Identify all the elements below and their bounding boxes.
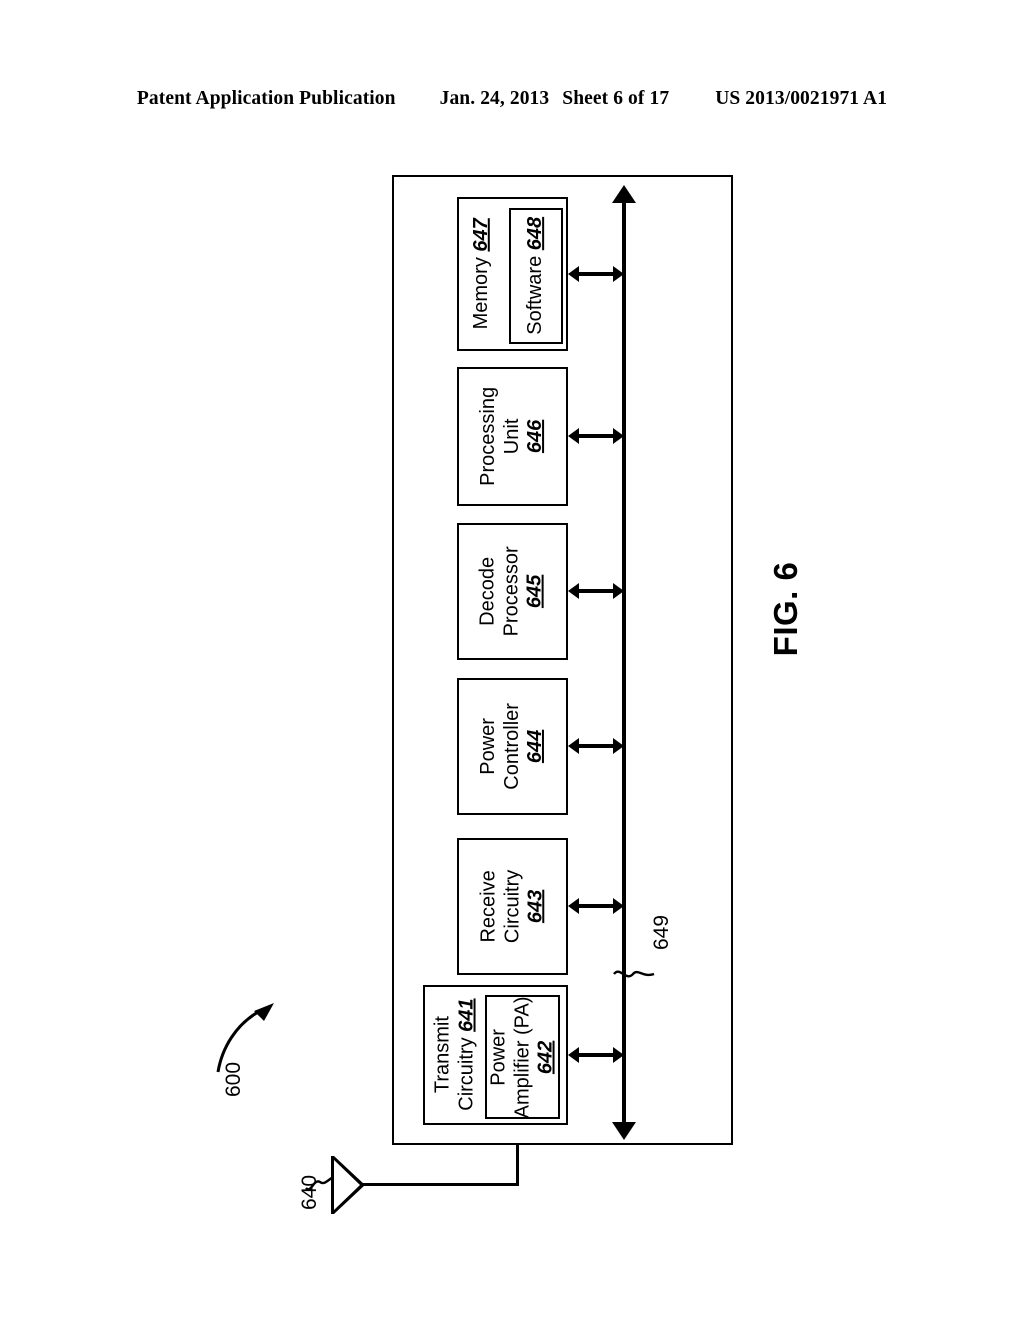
- processing-unit-label: Processing Unit 646: [477, 387, 547, 486]
- connector-receive-circuitry-to-bus: [568, 896, 624, 916]
- device-reference-label: 600: [222, 1061, 245, 1097]
- power-amplifier-label: Power Amplifier (PA) 642: [487, 996, 557, 1118]
- transmit-circuitry-block: Transmit Circuitry 641 Power Amplifier (…: [423, 985, 568, 1125]
- page-header: Patent Application Publication Jan. 24, …: [0, 88, 1024, 110]
- patent-number: US 2013/0021971 A1: [715, 88, 888, 109]
- publication-title: Patent Application Publication: [136, 88, 396, 109]
- antenna-reference-label: 640: [298, 1174, 321, 1210]
- connector-power-controller-to-bus: [568, 736, 624, 756]
- antenna-feed-horizontal-line: [361, 1183, 519, 1186]
- antenna-feed-vertical-line: [516, 1143, 519, 1185]
- transmit-circuitry-label: Transmit Circuitry 641: [431, 998, 477, 1112]
- memory-block: Memory 647 Software 648: [457, 197, 568, 351]
- memory-label-area: Memory 647: [459, 199, 505, 349]
- software-block: Software 648: [509, 208, 563, 344]
- sheet-number: Sheet 6 of 17: [562, 88, 670, 109]
- decode-processor-block: Decode Processor 645: [457, 523, 568, 660]
- power-controller-block: Power Controller 644: [457, 678, 568, 815]
- figure-caption: FIG. 6: [767, 561, 804, 657]
- power-amplifier-block: Power Amplifier (PA) 642: [485, 995, 560, 1119]
- connector-processing-unit-to-bus: [568, 426, 624, 446]
- power-controller-label: Power Controller 644: [477, 703, 547, 790]
- transmit-circuitry-label-area: Transmit Circuitry 641: [425, 987, 485, 1123]
- memory-label: Memory 647: [470, 218, 493, 330]
- bus-reference-label: 649: [650, 914, 673, 950]
- publication-date: Jan. 24, 2013: [439, 88, 550, 109]
- decode-processor-label: Decode Processor 645: [477, 546, 547, 637]
- bus-leader-squiggle: [613, 970, 655, 978]
- software-label: Software 648: [524, 217, 547, 335]
- connector-memory-to-bus: [568, 264, 624, 284]
- receive-circuitry-label: Receive Circuitry 643: [477, 869, 547, 944]
- system-bus-line: [622, 200, 626, 1125]
- connector-transmit-circuitry-to-bus: [568, 1045, 624, 1065]
- antenna-icon: [331, 1156, 365, 1214]
- connector-decode-processor-to-bus: [568, 581, 624, 601]
- bus-arrowhead-bottom: [612, 1122, 636, 1140]
- receive-circuitry-block: Receive Circuitry 643: [457, 838, 568, 975]
- processing-unit-block: Processing Unit 646: [457, 367, 568, 506]
